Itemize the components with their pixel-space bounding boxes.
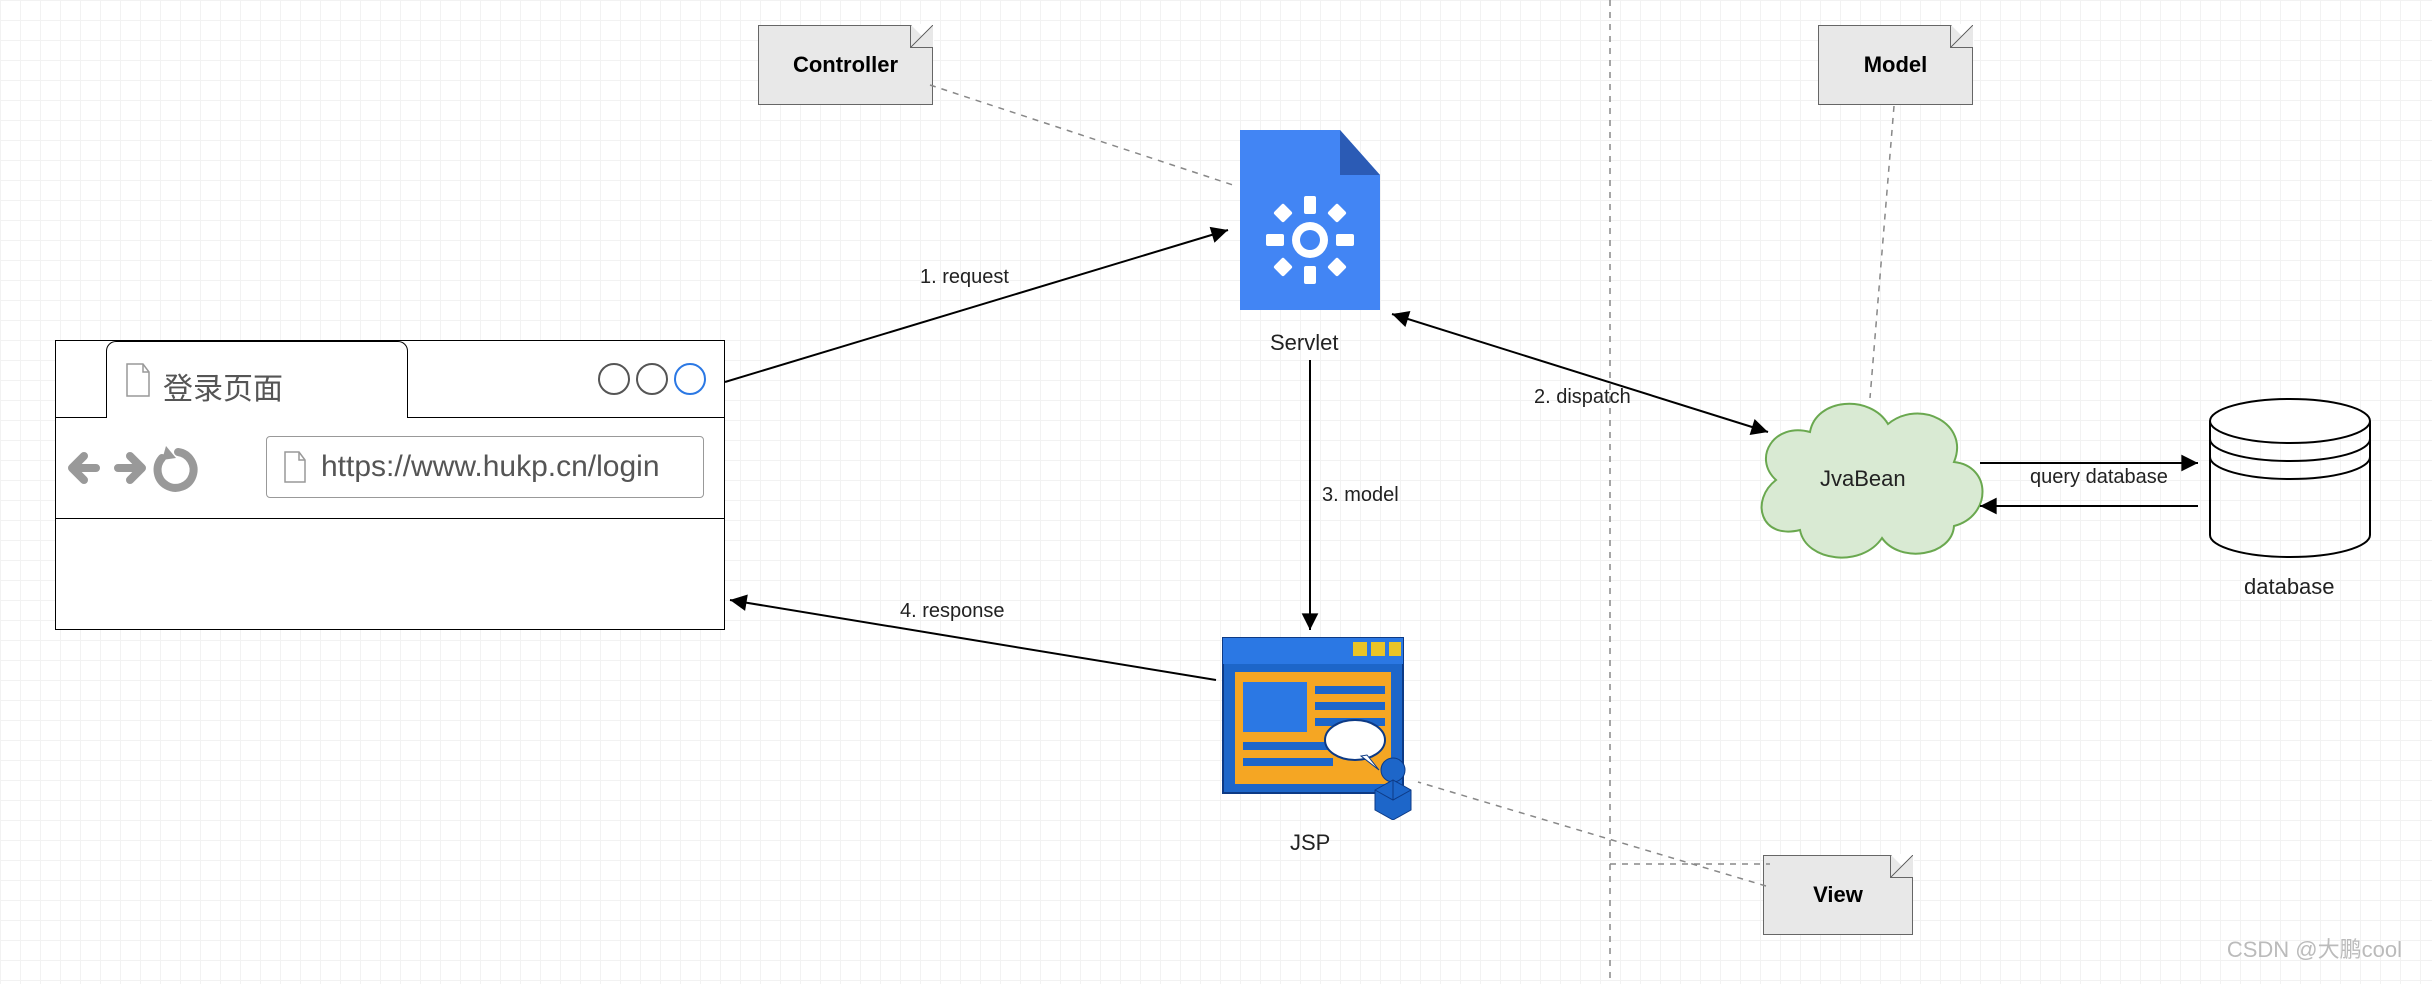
address-bar-url: https://www.hukp.cn/login [321, 450, 660, 484]
edge-model-label: 3. model [1322, 484, 1399, 507]
page-icon [123, 362, 153, 398]
browser-tab-title: 登录页面 [163, 364, 283, 408]
browser-window: 登录页面 https://www.hukp.cn/login [55, 340, 725, 630]
jsp-window-icon [1215, 630, 1425, 820]
page-icon [281, 450, 309, 484]
servlet-file-icon [1230, 120, 1390, 320]
nav-controls-icon [66, 438, 246, 498]
database-label: database [2244, 574, 2335, 600]
edge-request-label: 1. request [920, 266, 1009, 289]
note-model-label: Model [1864, 52, 1928, 78]
window-circle-1 [598, 363, 630, 395]
javabean-label: JvaBean [1820, 466, 1906, 492]
window-circle-2 [636, 363, 668, 395]
edge-query-db-label: query database [2030, 466, 2168, 489]
note-view: View [1763, 855, 1913, 935]
note-view-label: View [1813, 882, 1863, 908]
database-icon [2200, 395, 2380, 565]
note-controller: Controller [758, 25, 933, 105]
watermark: CSDN @大鹏cool [2227, 932, 2402, 964]
edge-response-label: 4. response [900, 600, 1005, 623]
edge-dispatch-label: 2. dispatch [1534, 386, 1631, 409]
jsp-label: JSP [1290, 830, 1330, 856]
note-model: Model [1818, 25, 1973, 105]
note-controller-label: Controller [793, 52, 898, 78]
servlet-label: Servlet [1270, 330, 1338, 356]
window-circle-3 [674, 363, 706, 395]
